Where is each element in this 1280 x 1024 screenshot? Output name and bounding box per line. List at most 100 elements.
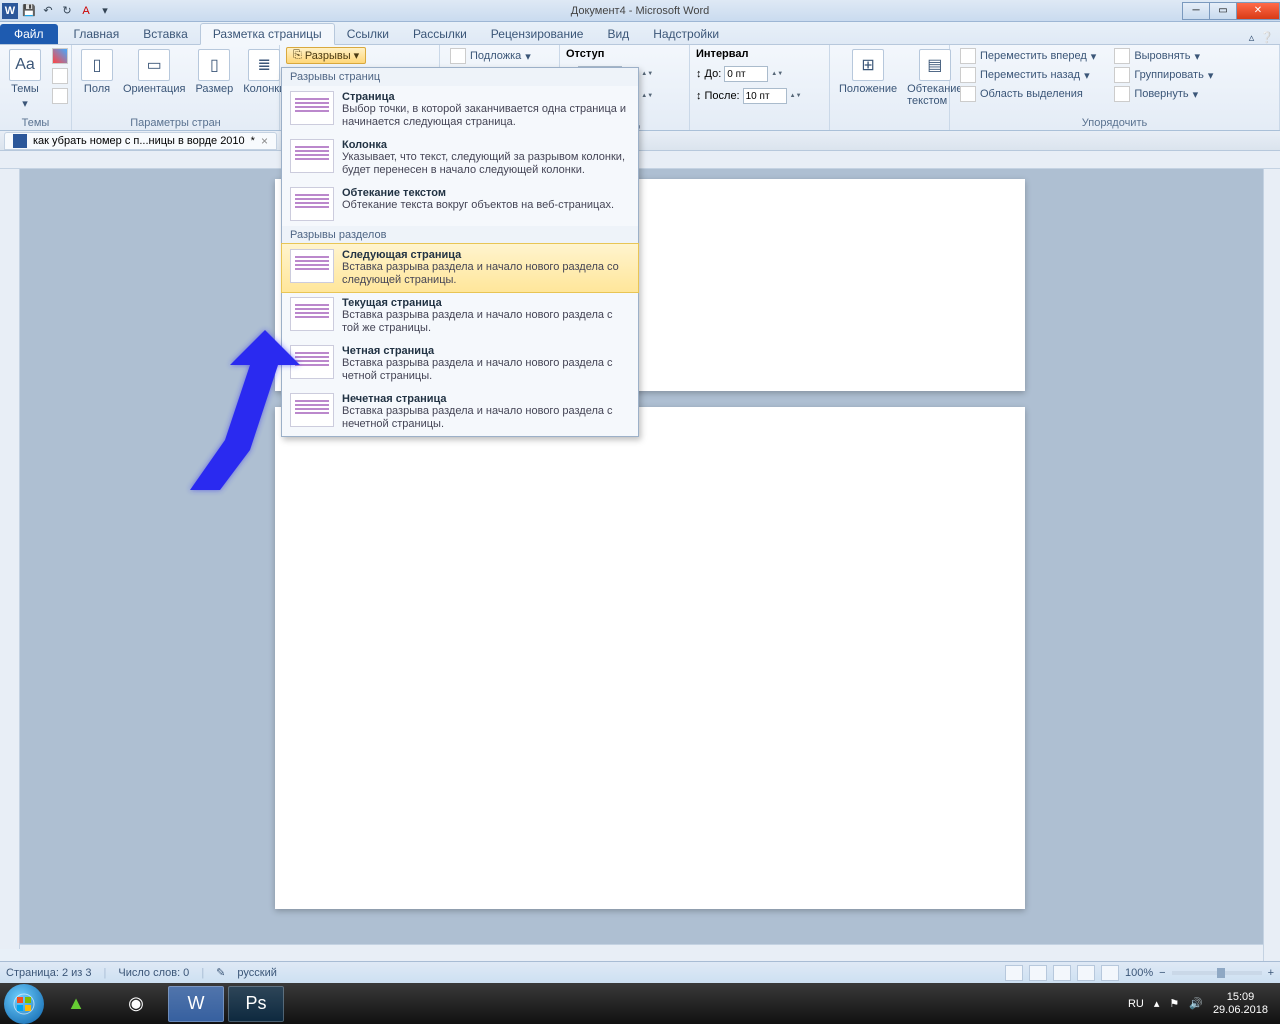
clock[interactable]: 15:09 29.06.2018 xyxy=(1213,991,1268,1017)
tab-file[interactable]: Файл xyxy=(0,24,58,44)
save-icon[interactable]: 💾 xyxy=(21,3,37,19)
page-area[interactable] xyxy=(20,169,1280,949)
send-backward-button[interactable]: Переместить назад ▾ xyxy=(956,66,1100,84)
group-themes-label: Темы xyxy=(6,116,65,130)
show-hidden-icon[interactable]: ▴ xyxy=(1154,997,1160,1010)
zoom-out-button[interactable]: − xyxy=(1159,967,1165,979)
maximize-button[interactable]: ▭ xyxy=(1209,2,1237,20)
window-title: Документ4 - Microsoft Word xyxy=(571,5,709,17)
break-icon: ⎘ xyxy=(293,49,302,62)
space-before-input[interactable] xyxy=(724,66,768,82)
palette-icon xyxy=(52,48,68,64)
zoom-slider[interactable] xyxy=(1172,971,1262,975)
language-status[interactable]: русский xyxy=(237,967,276,979)
tab-review[interactable]: Рецензирование xyxy=(479,24,596,44)
taskbar-word[interactable]: W xyxy=(168,986,224,1022)
rotate-button[interactable]: Повернуть ▾ xyxy=(1110,85,1217,103)
volume-icon[interactable]: 🔊 xyxy=(1189,997,1203,1010)
word-count[interactable]: Число слов: 0 xyxy=(118,967,189,979)
document-tab[interactable]: как убрать номер с п...ницы в ворде 2010… xyxy=(4,132,277,150)
bring-forward-button[interactable]: Переместить вперед ▾ xyxy=(956,47,1100,65)
taskbar-photoshop[interactable]: Ps xyxy=(228,986,284,1022)
tray-lang[interactable]: RU xyxy=(1128,998,1144,1010)
document-tabs: как убрать номер с п...ницы в ворде 2010… xyxy=(0,131,1280,151)
section-odd-page-item[interactable]: Нечетная страницаВставка разрыва раздела… xyxy=(282,388,638,436)
orientation-button[interactable]: ▭Ориентация xyxy=(120,47,188,97)
undo-icon[interactable]: ↶ xyxy=(40,3,56,19)
view-print-layout[interactable] xyxy=(1005,965,1023,981)
minimize-button[interactable]: ─ xyxy=(1182,2,1210,20)
ribbon: AaТемы▾ Темы ▯Поля ▭Ориентация ▯Размер ≣… xyxy=(0,45,1280,131)
spinner-icon[interactable]: ▲▼ xyxy=(790,93,802,99)
title-bar: W 💾 ↶ ↻ A ▾ Документ4 - Microsoft Word ─… xyxy=(0,0,1280,22)
taskbar-chrome[interactable]: ◉ xyxy=(108,986,164,1022)
watermark-button[interactable]: Подложка ▾ xyxy=(446,47,535,65)
page-status[interactable]: Страница: 2 из 3 xyxy=(6,967,92,979)
arrow-annotation xyxy=(170,320,310,500)
start-button[interactable] xyxy=(4,984,44,1024)
align-button[interactable]: Выровнять ▾ xyxy=(1110,47,1217,65)
break-textwrap-item[interactable]: Обтекание текстомОбтекание текста вокруг… xyxy=(282,182,638,226)
backward-icon xyxy=(960,67,976,83)
theme-colors-button[interactable] xyxy=(48,47,72,65)
taskbar: ▲ ◉ W Ps RU ▴ ⚑ 🔊 15:09 29.06.2018 xyxy=(0,983,1280,1024)
scrollbar-horizontal[interactable] xyxy=(20,944,1263,961)
quick-access-toolbar: W 💾 ↶ ↻ A ▾ xyxy=(0,3,113,19)
size-button[interactable]: ▯Размер xyxy=(192,47,236,97)
chevron-down-icon: ▾ xyxy=(354,49,360,62)
tab-references[interactable]: Ссылки xyxy=(335,24,401,44)
spell-icon[interactable]: ✎ xyxy=(216,966,225,979)
indent-label: Отступ xyxy=(566,48,604,60)
position-button[interactable]: ⊞Положение xyxy=(836,47,900,97)
tab-mailings[interactable]: Рассылки xyxy=(401,24,479,44)
ruler-horizontal[interactable] xyxy=(0,151,1280,169)
spinner-icon[interactable]: ▲▼ xyxy=(771,71,783,77)
zoom-in-button[interactable]: + xyxy=(1268,967,1274,979)
section-even-page-item[interactable]: Четная страницаВставка разрыва раздела и… xyxy=(282,340,638,388)
close-button[interactable]: ✕ xyxy=(1236,2,1280,20)
view-reading[interactable] xyxy=(1029,965,1047,981)
view-outline[interactable] xyxy=(1077,965,1095,981)
close-tab-icon[interactable]: × xyxy=(261,134,268,148)
break-column-item[interactable]: КолонкаУказывает, что текст, следующий з… xyxy=(282,134,638,182)
theme-fonts-button[interactable] xyxy=(48,67,72,85)
page[interactable] xyxy=(275,407,1025,909)
section-continuous-item[interactable]: Текущая страницаВставка разрыва раздела … xyxy=(282,292,638,340)
windows-logo-icon xyxy=(13,993,35,1015)
space-before-icon: ↕ xyxy=(696,68,702,80)
help-icon[interactable]: ❔ xyxy=(1260,31,1274,44)
section-next-page-item[interactable]: Следующая страницаВставка разрыва раздел… xyxy=(282,244,638,292)
selection-pane-button[interactable]: Область выделения xyxy=(956,85,1100,103)
ruler-vertical[interactable] xyxy=(0,169,20,949)
group-arrange-label: Упорядочить xyxy=(956,116,1273,130)
redo-icon[interactable]: ↻ xyxy=(59,3,75,19)
tab-insert[interactable]: Вставка xyxy=(131,24,200,44)
scrollbar-vertical[interactable] xyxy=(1263,169,1280,961)
view-web[interactable] xyxy=(1053,965,1071,981)
taskbar-app[interactable]: ▲ xyxy=(48,986,104,1022)
margins-button[interactable]: ▯Поля xyxy=(78,47,116,97)
align-icon xyxy=(1114,48,1130,64)
tab-view[interactable]: Вид xyxy=(595,24,641,44)
qat-dropdown-icon[interactable]: ▾ xyxy=(97,3,113,19)
font-color-icon[interactable]: A xyxy=(78,3,94,19)
page-break-icon xyxy=(290,91,334,125)
breaks-button[interactable]: ⎘Разрывы▾ xyxy=(286,47,366,64)
spinner-icon[interactable]: ▲▼ xyxy=(641,71,653,77)
section-next-icon xyxy=(290,249,334,283)
theme-effects-button[interactable] xyxy=(48,87,72,105)
zoom-level[interactable]: 100% xyxy=(1125,967,1153,979)
work-area xyxy=(0,169,1280,949)
break-page-item[interactable]: СтраницаВыбор точки, в которой заканчива… xyxy=(282,86,638,134)
spinner-icon[interactable]: ▲▼ xyxy=(641,93,653,99)
tab-addins[interactable]: Надстройки xyxy=(641,24,731,44)
flag-icon[interactable]: ⚑ xyxy=(1169,997,1179,1010)
minimize-ribbon-icon[interactable]: ▵ xyxy=(1249,31,1255,44)
group-button[interactable]: Группировать ▾ xyxy=(1110,66,1217,84)
tab-home[interactable]: Главная xyxy=(62,24,132,44)
tab-page-layout[interactable]: Разметка страницы xyxy=(200,23,335,45)
themes-button[interactable]: AaТемы▾ xyxy=(6,47,44,112)
space-after-input[interactable] xyxy=(743,88,787,104)
fonts-icon xyxy=(52,68,68,84)
view-draft[interactable] xyxy=(1101,965,1119,981)
